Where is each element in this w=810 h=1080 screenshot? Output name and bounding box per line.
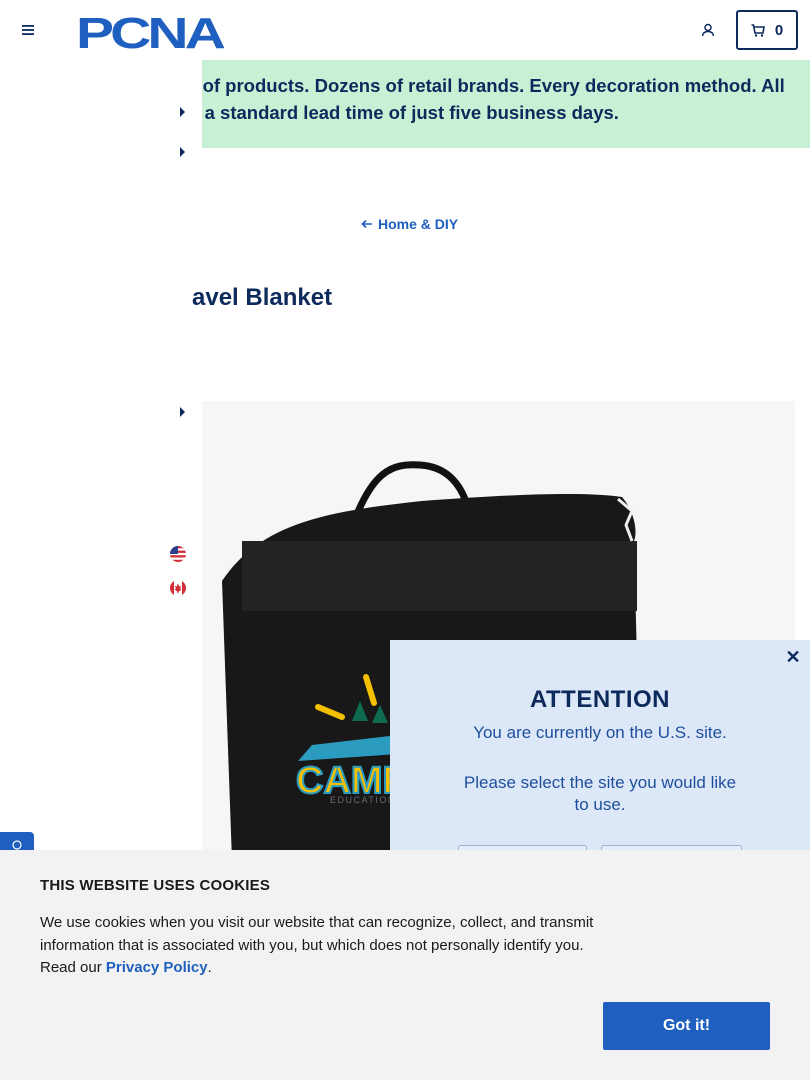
promo-text: ls of products. Dozens of retail brands.… <box>202 72 792 126</box>
canada-flag-icon[interactable] <box>170 580 186 596</box>
privacy-policy-link[interactable]: Privacy Policy <box>106 959 208 976</box>
menu-button[interactable] <box>18 20 38 40</box>
site-header: PCNA 0 <box>0 0 810 60</box>
us-flag-icon[interactable] <box>170 546 186 562</box>
modal-select-site-text: Please select the site you would like to… <box>463 773 737 814</box>
caret-right-icon[interactable] <box>180 147 185 157</box>
modal-title: ATTENTION <box>529 686 671 713</box>
cart-button[interactable]: 0 <box>736 10 798 50</box>
modal-current-site-text: You are currently on the U.S. site. <box>473 723 727 742</box>
accept-cookies-button[interactable]: Got it! <box>603 1002 770 1050</box>
breadcrumb-label: Home & DIY <box>378 216 459 232</box>
accessibility-icon <box>12 840 22 850</box>
product-title: avel Blanket <box>192 284 333 311</box>
cookie-body: We use cookies when you visit our websit… <box>40 912 600 980</box>
promo-line-1: ls of products. Dozens of retail brands.… <box>202 75 785 96</box>
cookie-body-suffix: . <box>207 959 212 976</box>
pcna-logo[interactable]: PCNA <box>76 9 228 58</box>
close-icon[interactable]: ✕ <box>784 648 802 666</box>
cookie-title: THIS WEBSITE USES COOKIES <box>40 877 271 894</box>
logo-text: PCNA <box>76 11 225 51</box>
camp-logo-subtext: EDUCATION <box>330 795 396 805</box>
breadcrumb-back-link[interactable]: Home & DIY <box>361 216 458 232</box>
cart-count: 0 <box>774 21 784 39</box>
menu-icon <box>22 25 34 35</box>
promo-banner: ls of products. Dozens of retail brands.… <box>202 60 810 148</box>
cookie-banner: THIS WEBSITE USES COOKIES We use cookies… <box>0 850 810 1080</box>
account-button[interactable] <box>698 20 718 40</box>
caret-right-icon[interactable] <box>180 407 185 417</box>
promo-line-2: th a standard lead time of just five bus… <box>202 102 619 123</box>
user-icon <box>701 23 715 37</box>
caret-right-icon[interactable] <box>180 107 185 117</box>
arrow-left-icon <box>361 219 372 229</box>
region-modal <box>390 640 810 860</box>
cart-icon <box>751 23 765 37</box>
